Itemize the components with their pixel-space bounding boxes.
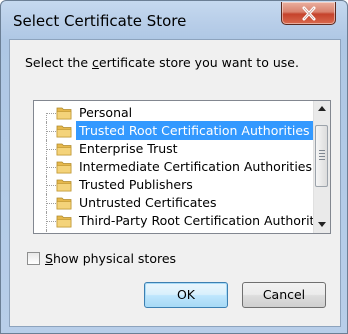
close-icon: [302, 6, 316, 21]
tree-connector-line: [46, 167, 56, 168]
scroll-down-button[interactable]: [314, 217, 330, 233]
close-button[interactable]: [281, 2, 336, 25]
tree-item-label[interactable]: Third-Party Root Certification Authoriti…: [77, 212, 330, 229]
tree-item-label[interactable]: Untrusted Certificates: [77, 194, 219, 211]
tree-item-label[interactable]: Personal: [77, 104, 134, 121]
tree-connector-line: [46, 230, 47, 233]
folder-icon: [56, 215, 72, 228]
folder-icon: [56, 179, 72, 192]
tree-item[interactable]: Untrusted Certificates: [34, 194, 314, 212]
scroll-up-button[interactable]: [314, 101, 330, 117]
tree-connector-line: [46, 221, 56, 222]
folder-icon: [56, 232, 72, 234]
scroll-up-icon: [318, 106, 326, 111]
folder-icon: [56, 143, 72, 156]
folder-icon: [56, 161, 72, 174]
instruction-text: Select the certificate store you want to…: [25, 55, 299, 70]
scroll-thumb[interactable]: [315, 125, 328, 187]
tree-connector-line: [46, 113, 47, 122]
tree-item-label[interactable]: Enterprise Trust: [77, 140, 180, 157]
show-physical-stores-checkbox[interactable]: [27, 252, 40, 265]
dialog-client-area: Select the certificate store you want to…: [9, 39, 341, 327]
dialog-window: Select Certificate Store Select the cert…: [0, 0, 348, 334]
scroll-down-icon: [318, 222, 326, 227]
tree-item-label[interactable]: Trusted Publishers: [77, 176, 195, 193]
tree-item[interactable]: Trusted Publishers: [34, 176, 314, 194]
ok-button[interactable]: OK: [144, 282, 228, 308]
tree-connector-line: [46, 149, 56, 150]
show-physical-stores-label[interactable]: Show physical stores: [45, 251, 176, 266]
tree-item[interactable]: Intermediate Certification Authorities: [34, 158, 314, 176]
title-bar[interactable]: Select Certificate Store: [1, 1, 347, 39]
tree-item[interactable]: Trusted Root Certification Authorities: [34, 121, 314, 140]
folder-icon: [56, 107, 72, 120]
tree-connector-line: [46, 185, 56, 186]
tree-item-label[interactable]: Trusted Root Certification Authorities: [76, 121, 313, 140]
tree-connector-line: [46, 113, 56, 114]
tree-item[interactable]: Third-Party Root Certification Authoriti…: [34, 212, 330, 230]
cancel-button[interactable]: Cancel: [242, 282, 326, 308]
folder-icon: [56, 125, 72, 138]
folder-icon: [56, 197, 72, 210]
tree-item[interactable]: Enterprise Trust: [34, 140, 314, 158]
tree-connector-line: [46, 131, 56, 132]
tree-item-label[interactable]: Trusted People: [77, 230, 172, 233]
tree-item[interactable]: Personal: [34, 104, 314, 122]
tree-items: Personal Trusted Root Certification Autho…: [34, 104, 330, 234]
vertical-scrollbar[interactable]: [313, 101, 330, 233]
tree-connector-line: [46, 203, 56, 204]
certificate-store-tree[interactable]: Personal Trusted Root Certification Autho…: [33, 100, 331, 234]
tree-item-label[interactable]: Intermediate Certification Authorities: [77, 158, 314, 175]
window-title: Select Certificate Store: [13, 12, 187, 30]
tree-item[interactable]: Trusted People: [34, 230, 314, 234]
